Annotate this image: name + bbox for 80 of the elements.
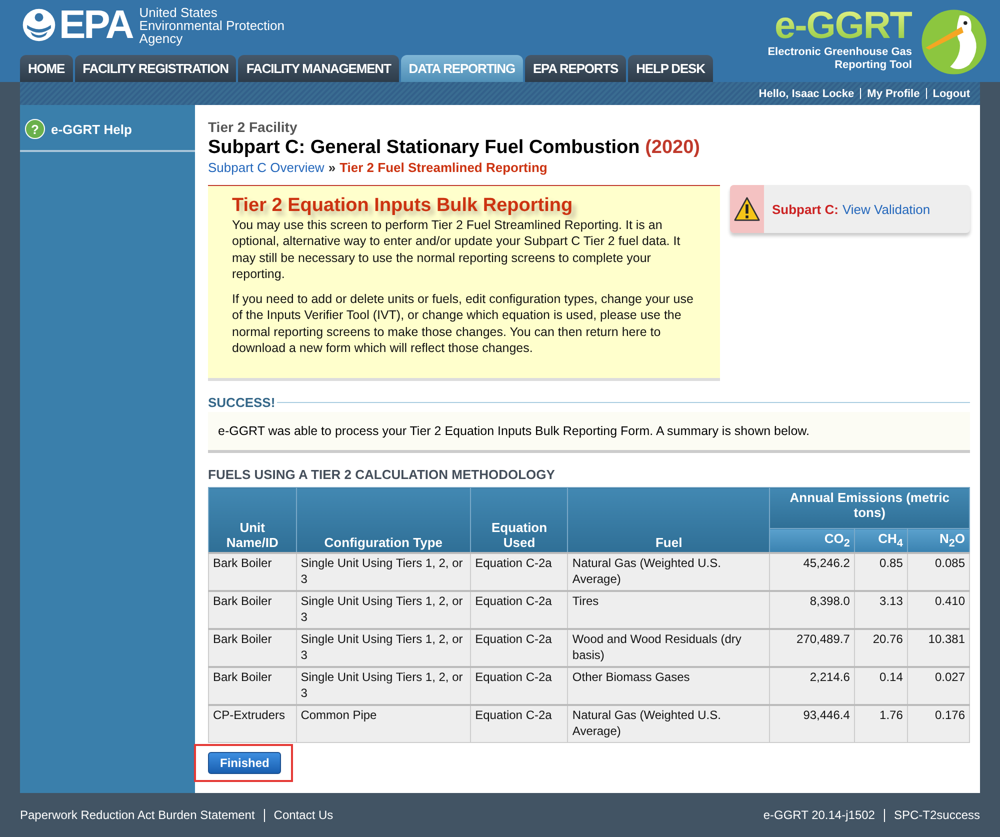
table-cell: Other Biomass Gases bbox=[568, 666, 770, 705]
table-cell: 3.13 bbox=[854, 590, 908, 629]
table-cell: Equation C-2a bbox=[470, 628, 568, 667]
table-cell: 0.176 bbox=[907, 704, 970, 742]
column-header: Fuel bbox=[568, 488, 770, 553]
success-title: SUCCESS! bbox=[208, 395, 276, 410]
info-paragraph: You may use this screen to perform Tier 2 Fuel Streamlined Reporting. It is an optional, alternative way to enter and/or update your Subpart C Tier 2 fuel data. It may still be necessary to use the normal reporting screens to complete your reporting. bbox=[232, 216, 682, 282]
table-cell: Single Unit Using Tiers 1, 2, or 3 bbox=[296, 666, 471, 705]
user-greeting: Hello, Isaac Locke bbox=[758, 88, 854, 100]
table-cell: Equation C-2a bbox=[470, 590, 568, 629]
footer-text: SPC-T2success bbox=[894, 808, 980, 822]
validation-label: Subpart C: bbox=[772, 202, 838, 216]
breadcrumb-current: Tier 2 Fuel Streamlined Reporting bbox=[340, 160, 548, 175]
table-title: FUELS USING A TIER 2 CALCULATION METHODOLOGY bbox=[208, 467, 556, 482]
table-cell: 0.085 bbox=[907, 552, 970, 591]
info-title: Tier 2 Equation Inputs Bulk Reporting bbox=[232, 198, 574, 214]
breadcrumb-separator: » bbox=[328, 160, 336, 175]
table-cell: Bark Boiler bbox=[208, 552, 296, 591]
table-cell: Natural Gas (Weighted U.S. Average) bbox=[568, 704, 770, 742]
breadcrumb-link[interactable]: Subpart C Overview bbox=[208, 160, 324, 175]
year-label: (2020) bbox=[645, 137, 700, 158]
success-message: e-GGRT was able to process your Tier 2 Equation Inputs Bulk Reporting Form. A summary is shown below. bbox=[218, 424, 810, 438]
table-cell: Single Unit Using Tiers 1, 2, or 3 bbox=[296, 628, 471, 667]
finished-button[interactable]: Finished bbox=[208, 752, 282, 774]
app-name: Reporting Tool bbox=[834, 59, 912, 72]
column-group-header: Annual Emissions (metric tons) bbox=[770, 488, 970, 528]
table-cell: 2,214.6 bbox=[770, 666, 854, 705]
app-name: Electronic Greenhouse Gas bbox=[768, 46, 912, 59]
table-cell: 10.381 bbox=[907, 628, 970, 667]
agency-logo: EPA bbox=[59, 5, 132, 45]
validation-link[interactable]: View Validation bbox=[842, 202, 930, 216]
table-cell: 20.76 bbox=[854, 628, 908, 667]
table-cell: 45,246.2 bbox=[770, 552, 854, 591]
table-cell: Natural Gas (Weighted U.S. Average) bbox=[568, 552, 770, 591]
page-title: Subpart C: General Stationary Fuel Combustion bbox=[208, 137, 640, 158]
agency-name: United States bbox=[139, 6, 218, 18]
column-header: Unit Name/ID bbox=[208, 488, 296, 553]
table-cell: Bark Boiler bbox=[208, 666, 296, 705]
table-cell: Equation C-2a bbox=[470, 552, 568, 591]
column-header: CH$_{4}$ bbox=[854, 528, 908, 553]
nav-tab[interactable]: EPA REPORTS bbox=[524, 55, 626, 82]
nav-tab[interactable]: HELP DESK bbox=[628, 55, 713, 82]
table-cell: 0.027 bbox=[907, 666, 970, 705]
column-header: Configuration Type bbox=[296, 488, 471, 553]
table-cell: Single Unit Using Tiers 1, 2, or 3 bbox=[296, 552, 471, 591]
sidebar-item[interactable]: ? e-GGRT Help bbox=[20, 105, 195, 152]
nav-tab[interactable]: FACILITY REGISTRATION bbox=[74, 55, 236, 82]
warning-icon bbox=[733, 196, 761, 222]
table-cell: 0.85 bbox=[854, 552, 908, 591]
column-header: CO$_{2}$ bbox=[770, 528, 854, 553]
column-header: Equation Used bbox=[470, 488, 568, 553]
footer-text: e-GGRT 20.14-j1502 bbox=[763, 808, 875, 822]
epa-seal-icon bbox=[22, 8, 56, 42]
info-paragraph: If you need to add or delete units or fuels, edit configuration types, change your use of the Inputs Verifier Tool (IVT), or change which equation is used, please use the normal reporting screens to make those changes. You can then return here to download a new form which will reflect those changes. bbox=[232, 290, 694, 356]
table-cell: Tires bbox=[568, 590, 770, 629]
column-header: N$_{2}$O bbox=[907, 528, 970, 553]
table-cell: Equation C-2a bbox=[470, 666, 568, 705]
table-cell: Bark Boiler bbox=[208, 590, 296, 629]
table-cell: 0.410 bbox=[907, 590, 970, 629]
table-cell: Bark Boiler bbox=[208, 628, 296, 667]
table-cell: Wood and Wood Residuals (dry basis) bbox=[568, 628, 770, 667]
user-link[interactable]: My Profile bbox=[867, 88, 920, 100]
user-link[interactable]: Logout bbox=[932, 88, 970, 100]
agency-name: Agency bbox=[139, 32, 184, 44]
footer-link[interactable]: Contact Us bbox=[274, 808, 334, 822]
table-cell: 0.14 bbox=[854, 666, 908, 705]
table-cell: Common Pipe bbox=[296, 704, 471, 742]
table-cell: 93,446.4 bbox=[770, 704, 854, 742]
table-cell: 1.76 bbox=[854, 704, 908, 742]
table-cell: CP-Extruders bbox=[208, 704, 296, 742]
footer-link[interactable]: Paperwork Reduction Act Burden Statement bbox=[20, 808, 255, 822]
table-cell: 8,398.0 bbox=[770, 590, 854, 629]
nav-tab[interactable]: FACILITY MANAGEMENT bbox=[238, 55, 399, 82]
agency-name: Environmental Protection bbox=[139, 18, 285, 32]
table-cell: 270,489.7 bbox=[770, 628, 854, 667]
nav-tab[interactable]: HOME bbox=[20, 55, 73, 82]
table-cell: Single Unit Using Tiers 1, 2, or 3 bbox=[296, 590, 471, 629]
facility-label: Tier 2 Facility bbox=[208, 119, 298, 135]
help-icon: ? bbox=[25, 119, 45, 139]
table-cell: Equation C-2a bbox=[470, 704, 568, 742]
